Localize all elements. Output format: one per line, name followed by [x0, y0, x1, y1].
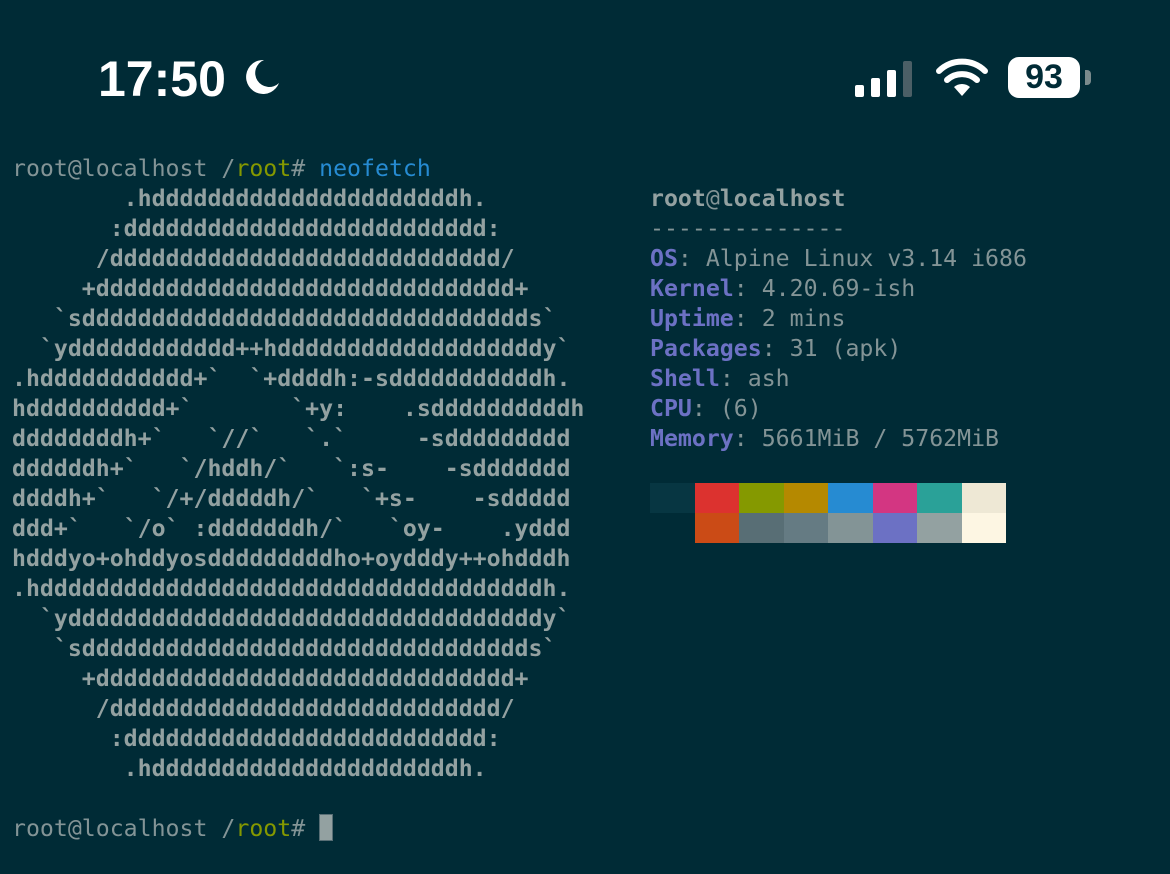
command-prompt-line: root@localhost /root# neofetch: [12, 154, 431, 184]
palette-swatch: [828, 483, 873, 513]
logo-line: :dddddddddddddddddddddddddd:: [12, 215, 501, 242]
text-cursor[interactable]: [319, 814, 334, 841]
info-user: root: [650, 185, 706, 212]
info-row-shell: Shell: ash: [650, 364, 790, 394]
prompt-path-prefix: /: [207, 815, 236, 842]
battery-icon: 93: [1008, 57, 1094, 99]
info-label: CPU: [650, 395, 692, 422]
logo-line: +dddddddddddddddddddddddddddddd+: [12, 275, 529, 302]
palette-swatch: [961, 483, 1006, 513]
prompt-path-dir: root: [235, 155, 292, 182]
logo-line: ddddh+` `/+/dddddh/` `+s- -sddddd: [12, 485, 571, 512]
prompt-symbol: #: [291, 815, 320, 842]
logo-line: .hddddddddddddddddddddddddddddddddddddh.: [12, 575, 571, 602]
info-value: Alpine Linux v3.14 i686: [705, 245, 1027, 272]
info-title: root@localhost: [650, 184, 845, 214]
info-row-cpu: CPU: (6): [650, 394, 762, 424]
info-colon: :: [677, 245, 706, 272]
info-value: ash: [747, 365, 790, 392]
logo-line: `ydddddddddddd++hdddddddddddddddddddy`: [12, 335, 571, 362]
palette-swatch: [961, 513, 1006, 543]
status-bar: 17:50 93: [0, 0, 1170, 150]
info-row-kernel: Kernel: 4.20.69-ish: [650, 274, 915, 304]
logo-line: .hddddddddddddddddddddddh.: [12, 185, 487, 212]
palette-swatch: [917, 483, 962, 513]
logo-line: `sdddddddddddddddddddddddddddddddds`: [12, 305, 557, 332]
info-row-packages: Packages: 31 (apk): [650, 334, 901, 364]
info-label: Uptime: [650, 305, 734, 332]
palette-swatch: [828, 513, 873, 543]
palette-swatch: [650, 513, 695, 543]
info-value: 5661MiB / 5762MiB: [761, 425, 1000, 452]
info-label: OS: [650, 245, 678, 272]
info-value: 2 mins: [761, 305, 846, 332]
info-row-os: OS: Alpine Linux v3.14 i686: [650, 244, 1027, 274]
info-colon: :: [691, 395, 720, 422]
cellular-signal-icon: [855, 61, 912, 97]
prompt-user-host: root@localhost: [12, 155, 208, 182]
info-colon: :: [733, 425, 762, 452]
logo-line: hdddddddddd+` `+y: .sddddddddddh: [12, 395, 585, 422]
logo-line: hdddyo+ohddyosdddddddddho+oydddy++ohdddh: [12, 545, 571, 572]
logo-line: `sdddddddddddddddddddddddddddddddds`: [12, 635, 557, 662]
info-colon: :: [733, 305, 762, 332]
prompt-path-dir: root: [235, 815, 292, 842]
palette-swatch: [872, 483, 917, 513]
info-row-memory: Memory: 5661MiB / 5762MiB: [650, 424, 999, 454]
info-label: Packages: [650, 335, 762, 362]
logo-line: `yddddddddddddddddddddddddddddddddddy`: [12, 605, 571, 632]
info-value: 31 (apk): [789, 335, 902, 362]
moon-icon: [246, 59, 279, 94]
prompt-symbol: #: [291, 155, 320, 182]
info-separator: --------------: [650, 215, 846, 242]
info-at: @: [705, 185, 720, 212]
info-value: (6): [719, 395, 762, 422]
palette-swatch: [739, 513, 784, 543]
logo-line: ddd+` `/o` :dddddddh/` `oy- .yddd: [12, 515, 571, 542]
palette-swatch: [872, 513, 917, 543]
info-label: Kernel: [650, 275, 734, 302]
palette-swatch: [739, 483, 784, 513]
command-text: neofetch: [319, 155, 431, 182]
logo-line: /dddddddddddddddddddddddddddd/: [12, 695, 515, 722]
palette-swatch: [694, 483, 739, 513]
logo-line: :dddddddddddddddddddddddddd:: [12, 725, 501, 752]
info-colon: :: [761, 335, 790, 362]
info-colon: :: [733, 275, 762, 302]
logo-line: +dddddddddddddddddddddddddddddd+: [12, 665, 529, 692]
logo-line: ddddddh+` `/hddh/` `:s- -sddddddd: [12, 455, 571, 482]
info-host: localhost: [719, 185, 846, 212]
palette-swatch: [694, 513, 739, 543]
active-prompt-line[interactable]: root@localhost /root#: [12, 814, 334, 844]
prompt-path-prefix: /: [207, 155, 236, 182]
info-label: Memory: [650, 425, 734, 452]
logo-line: .hddddddddddd+` `+ddddh:-sdddddddddddh.: [12, 365, 571, 392]
battery-level: 93: [1008, 57, 1080, 98]
palette-swatch: [650, 483, 695, 513]
logo-line: /dddddddddddddddddddddddddddd/: [12, 245, 515, 272]
battery-cap: [1085, 70, 1091, 85]
logo-line: .hddddddddddddddddddddddh.: [12, 755, 487, 782]
info-label: Shell: [650, 365, 720, 392]
info-value: 4.20.69-ish: [761, 275, 916, 302]
prompt-user-host: root@localhost: [12, 815, 208, 842]
info-colon: :: [719, 365, 748, 392]
info-row-uptime: Uptime: 2 mins: [650, 304, 845, 334]
logo-line: ddddddddh+` `//` `.` -sddddddddd: [12, 425, 571, 452]
wifi-icon: [936, 58, 988, 96]
palette-swatch: [783, 483, 828, 513]
clock-time: 17:50: [98, 51, 226, 107]
palette-swatch: [917, 513, 962, 543]
palette-swatch: [783, 513, 828, 543]
